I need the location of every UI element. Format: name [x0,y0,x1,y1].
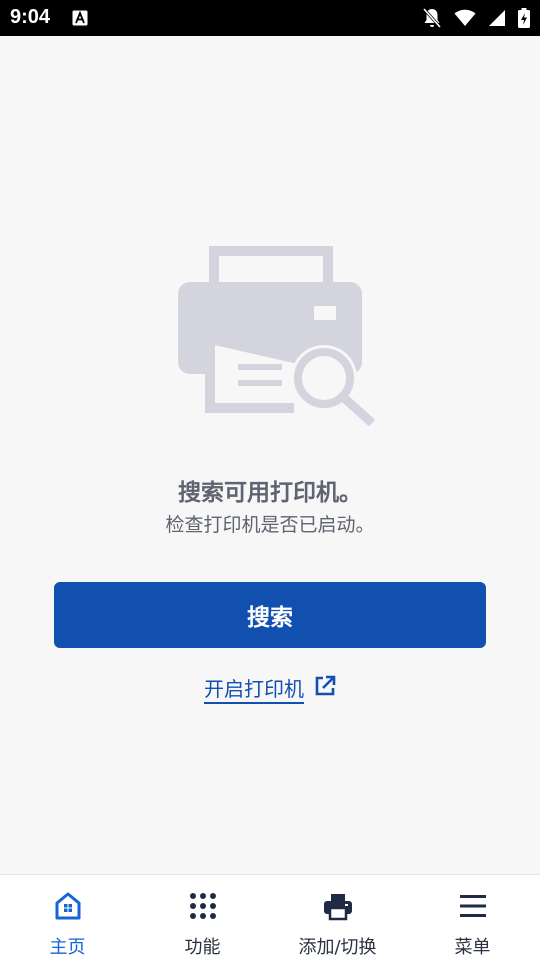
home-icon[interactable] [54,891,82,925]
battery-charging-icon [518,8,530,32]
nav-label-home[interactable]: 主页 [50,933,86,959]
nav-item-menu[interactable]: 菜单 [405,875,540,961]
main-content: 搜索可用打印机。 检查打印机是否已启动。 搜索 开启打印机 [0,36,540,874]
a-icon [72,10,88,30]
page-subtitle: 检查打印机是否已启动。 [165,514,375,536]
printer-search-icon [176,246,380,430]
nav-item-add-switch[interactable]: 添加/切换 [270,875,405,961]
grid-icon[interactable] [189,891,217,925]
menu-icon[interactable] [459,891,487,925]
nav-label-menu[interactable]: 菜单 [455,933,491,959]
page-title: 搜索可用打印机。 [178,480,362,506]
nav-label-features[interactable]: 功能 [185,933,221,959]
nav-item-features[interactable]: 功能 [135,875,270,961]
nav-label-add-switch[interactable]: 添加/切换 [298,933,376,959]
wifi-icon [454,9,476,31]
search-button[interactable]: 搜索 [54,582,486,648]
power-on-printer-link[interactable]: 开启打印机 [0,673,540,702]
notifications-off-icon [422,7,442,33]
status-bar: 9:04 [0,0,540,36]
nav-item-home[interactable]: 主页 [0,875,135,961]
bottom-navigation: 主页 功能 添加/切换 菜单 [0,874,540,961]
printer-icon[interactable] [323,891,353,925]
signal-icon [488,9,506,31]
external-link-icon[interactable] [314,675,336,701]
power-on-printer-link-text[interactable]: 开启打印机 [204,673,304,702]
status-time: 9:04 [10,6,51,28]
